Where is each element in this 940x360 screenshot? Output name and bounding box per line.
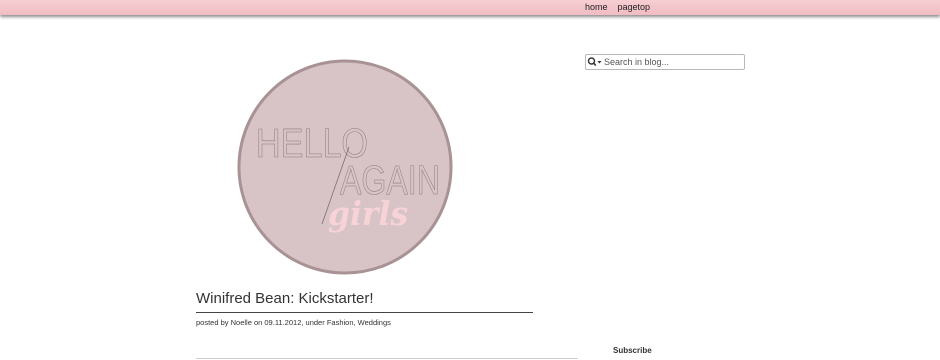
nav-link-pagetop[interactable]: pagetop — [618, 2, 651, 13]
category-link-weddings[interactable]: Weddings — [358, 318, 391, 327]
meta-on: on — [251, 318, 265, 327]
meta-under: , under — [301, 318, 327, 327]
title-divider — [196, 312, 533, 313]
search-icon[interactable] — [586, 55, 604, 69]
top-bar: home pagetop — [0, 0, 940, 15]
meta-prefix: posted by — [196, 318, 231, 327]
logo-text-girls: girls — [328, 194, 408, 233]
top-nav: home pagetop — [585, 2, 650, 13]
subscribe-heading: Subscribe — [613, 346, 652, 355]
search-input[interactable] — [604, 56, 740, 68]
blog-logo[interactable]: HELLO AGAIN girls — [236, 57, 454, 277]
post-title[interactable]: Winifred Bean: Kickstarter! — [196, 290, 374, 308]
nav-link-home[interactable]: home — [585, 2, 608, 13]
search-box[interactable] — [585, 54, 745, 70]
post-date: 09.11.2012 — [264, 318, 302, 327]
content-divider — [196, 358, 578, 359]
author-link[interactable]: Noelle — [231, 318, 252, 327]
post-meta: posted by Noelle on 09.11.2012, under Fa… — [196, 318, 391, 327]
category-link-fashion[interactable]: Fashion — [327, 318, 354, 327]
